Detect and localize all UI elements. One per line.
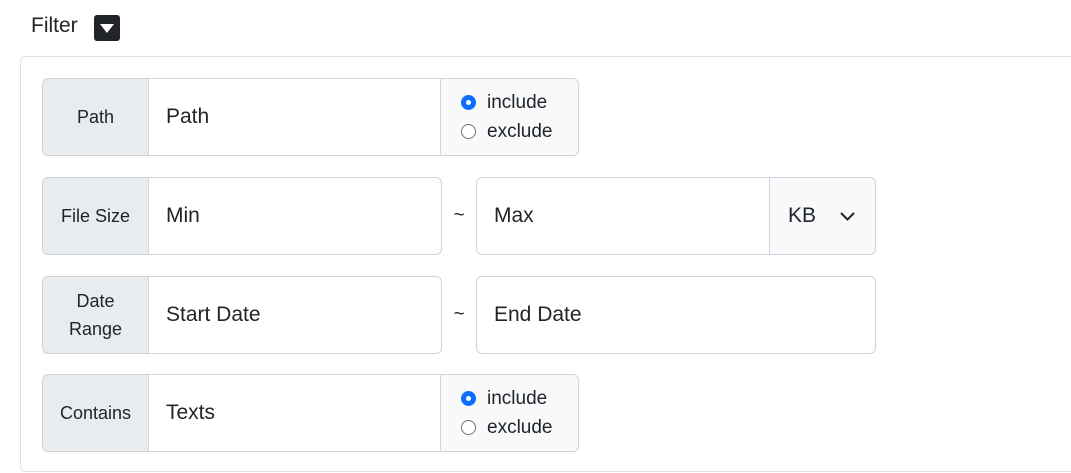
date-range-label: Date Range xyxy=(42,276,148,354)
path-include-exclude-group: include exclude xyxy=(441,78,579,156)
path-include-label: include xyxy=(487,92,548,113)
contains-include-option[interactable]: include xyxy=(461,386,578,411)
file-size-label: File Size xyxy=(42,177,148,255)
contains-exclude-option[interactable]: exclude xyxy=(461,415,578,440)
size-unit-value: KB xyxy=(788,204,817,227)
date-range-row: DateRange ~ xyxy=(42,276,876,354)
path-exclude-label: exclude xyxy=(487,121,553,142)
contains-label: Contains xyxy=(42,374,148,452)
contains-exclude-radio[interactable] xyxy=(461,420,476,435)
date-range-separator: ~ xyxy=(453,304,465,325)
start-date-input[interactable] xyxy=(148,276,442,354)
path-input[interactable] xyxy=(148,78,441,156)
size-range-separator: ~ xyxy=(453,205,465,226)
path-label: Path xyxy=(42,78,148,156)
contains-row: Contains include exclude xyxy=(42,374,579,452)
contains-include-label: include xyxy=(487,388,548,409)
path-include-radio[interactable] xyxy=(461,95,476,110)
size-unit-select[interactable]: KB xyxy=(770,177,876,255)
filter-toggle-button[interactable] xyxy=(93,15,120,41)
date-range-label-text: Date Range xyxy=(68,291,123,339)
max-size-input[interactable] xyxy=(476,177,770,255)
min-size-input[interactable] xyxy=(148,177,442,255)
filter-title: Filter xyxy=(31,13,78,37)
path-include-option[interactable]: include xyxy=(461,90,578,115)
path-row: Path include exclude xyxy=(42,78,579,156)
contains-input[interactable] xyxy=(148,374,441,452)
end-date-input[interactable] xyxy=(476,276,876,354)
contains-exclude-label: exclude xyxy=(487,417,553,438)
caret-down-icon xyxy=(99,23,114,33)
contains-include-radio[interactable] xyxy=(461,391,476,406)
chevron-down-icon xyxy=(840,211,855,221)
filter-header: Filter xyxy=(31,10,120,41)
contains-include-exclude-group: include exclude xyxy=(441,374,579,452)
file-size-row: File Size ~ KB xyxy=(42,177,876,255)
path-exclude-option[interactable]: exclude xyxy=(461,119,578,144)
path-exclude-radio[interactable] xyxy=(461,124,476,139)
